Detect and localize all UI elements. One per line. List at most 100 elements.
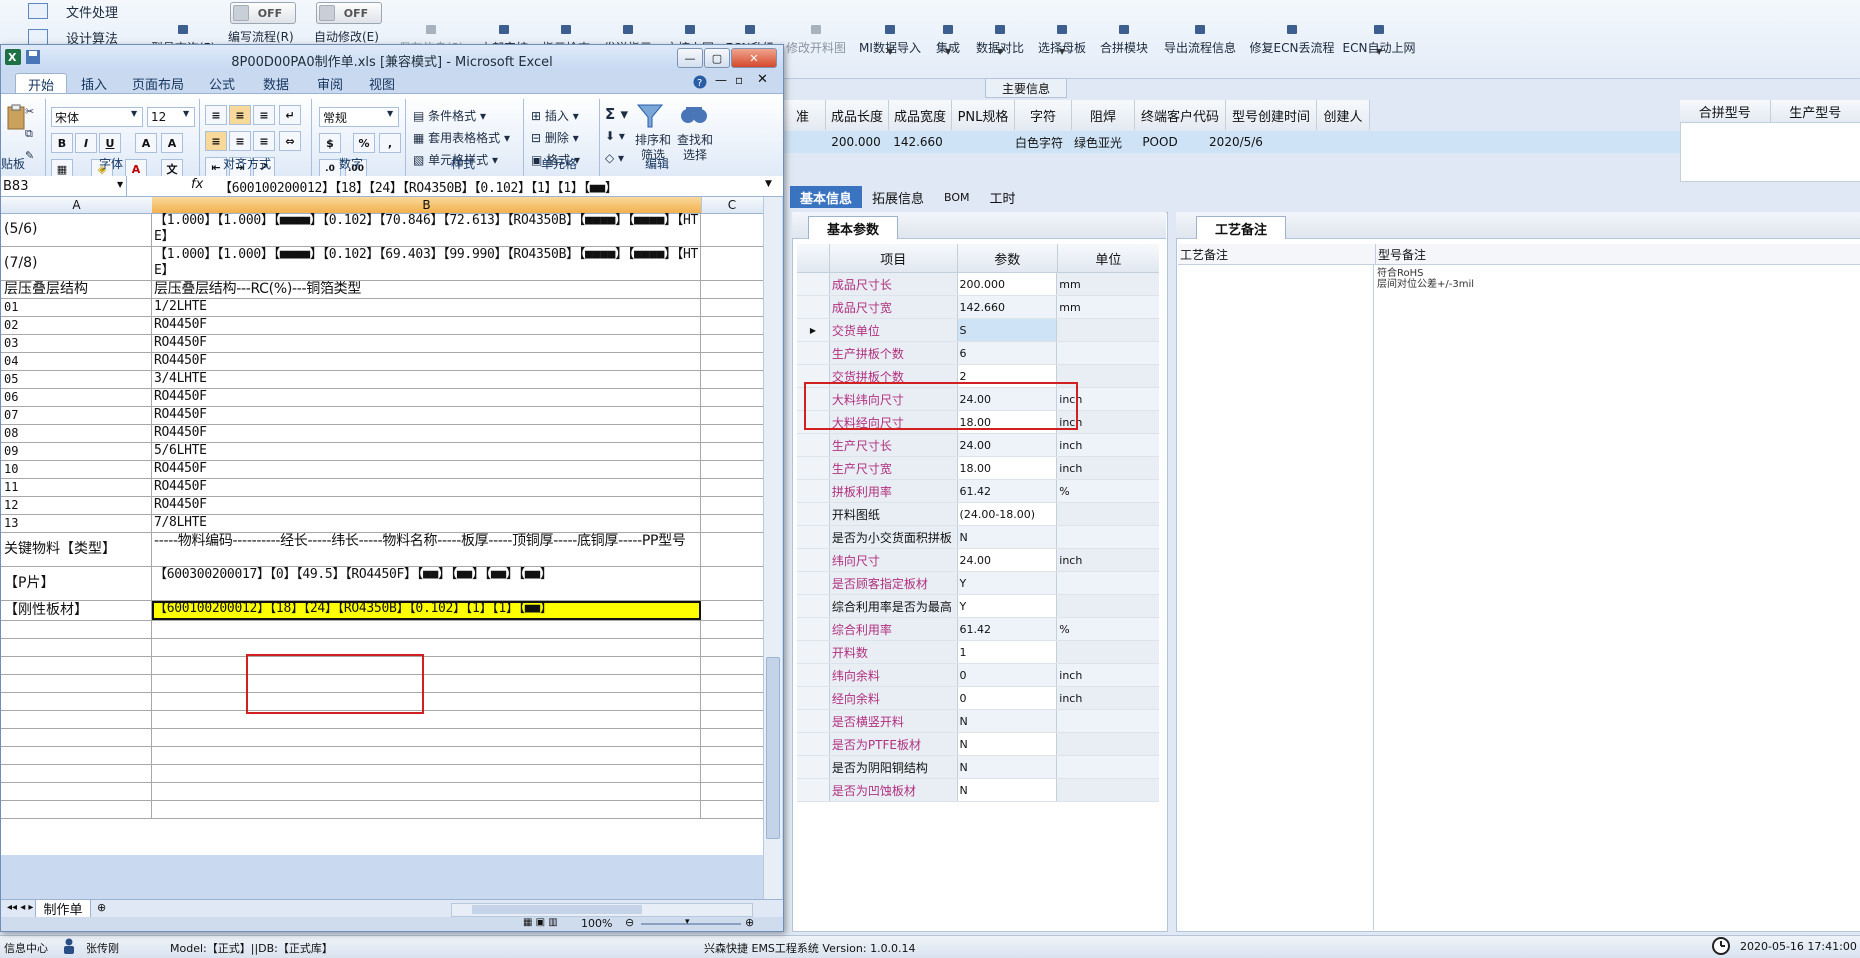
param-row[interactable]: 生产尺寸长24.00inch <box>797 434 1159 457</box>
tab-page-layout[interactable]: 页面布局 <box>125 73 191 93</box>
cell-b[interactable] <box>152 801 701 818</box>
param-value[interactable]: 142.660 <box>958 296 1058 318</box>
cell-b[interactable] <box>152 765 701 782</box>
toolbar-button[interactable]: 合拼模块 <box>1098 0 1150 56</box>
param-value[interactable]: (24.00-18.00) <box>958 503 1058 525</box>
shrink-font-icon[interactable]: A <box>161 133 183 153</box>
sheet-row-empty[interactable] <box>1 765 763 783</box>
new-sheet-icon[interactable]: ⊕ <box>97 901 106 914</box>
cell-a[interactable] <box>1 783 152 800</box>
conditional-format-button[interactable]: ▤ 条件格式 ▾ <box>413 107 486 124</box>
delete-cells-button[interactable]: ⊟ 删除 ▾ <box>531 129 579 146</box>
cell-b[interactable]: RO4450F <box>152 479 701 496</box>
cell-c[interactable] <box>701 371 763 388</box>
cell-c[interactable] <box>701 567 763 600</box>
cell-a[interactable]: 09 <box>1 443 152 460</box>
autosum-icon[interactable]: Σ ▾ <box>605 105 628 123</box>
cell-c[interactable] <box>701 335 763 352</box>
sheet-row-empty[interactable] <box>1 747 763 765</box>
cell-a[interactable]: 层压叠层结构 <box>1 281 152 298</box>
font-name-select[interactable]: 宋体 <box>51 107 143 127</box>
italic-icon[interactable]: I <box>75 133 97 153</box>
main-info-column-header[interactable]: 阻焊 <box>1072 100 1135 130</box>
cell-b[interactable]: RO4450F <box>152 389 701 406</box>
param-value[interactable]: 18.00 <box>958 457 1058 479</box>
tab-bom[interactable]: BOM <box>934 186 980 208</box>
format-painter-icon[interactable]: ✎ <box>25 149 34 162</box>
cell-b[interactable]: 【1.000】【1.000】【■■■■】【0.102】【70.846】【72.6… <box>152 213 701 246</box>
sheet-row[interactable]: (7/8)【1.000】【1.000】【■■■■】【0.102】【69.403】… <box>1 247 763 281</box>
main-info-column-header[interactable]: 成品宽度 <box>889 100 952 130</box>
column-header-c[interactable]: C <box>701 197 764 213</box>
tab-insert[interactable]: 插入 <box>69 73 119 93</box>
cell-b[interactable]: 1/2LHTE <box>152 299 701 316</box>
param-row[interactable]: 开料图纸(24.00-18.00) <box>797 503 1159 526</box>
cell-a[interactable]: 06 <box>1 389 152 406</box>
cell-c[interactable] <box>701 729 763 746</box>
cell-a[interactable] <box>1 729 152 746</box>
sheet-row[interactable]: 095/6LHTE <box>1 443 763 461</box>
param-row[interactable]: 是否为阴阳铜结构N <box>797 756 1159 779</box>
param-row[interactable]: 纬向尺寸24.00inch <box>797 549 1159 572</box>
cell-c[interactable] <box>701 515 763 532</box>
param-value[interactable]: N <box>958 526 1058 548</box>
cell-a[interactable] <box>1 801 152 818</box>
wrap-text-icon[interactable]: ↵ <box>279 105 301 125</box>
copy-icon[interactable]: ⧉ <box>25 127 33 141</box>
sheet-row[interactable]: 02RO4450F <box>1 317 763 335</box>
cell-b[interactable]: 层压叠层结构---RC(%)---铜箔类型 <box>152 281 701 298</box>
sheet-row[interactable]: 137/8LHTE <box>1 515 763 533</box>
align-middle-icon[interactable]: ≡ <box>229 105 251 125</box>
cell-c[interactable] <box>701 693 763 710</box>
main-info-column-header[interactable]: 准 <box>780 100 826 130</box>
cell-a[interactable]: 11 <box>1 479 152 496</box>
param-row[interactable]: 开料数1 <box>797 641 1159 664</box>
param-row[interactable]: 成品尺寸宽142.660mm <box>797 296 1159 319</box>
chevron-down-icon[interactable]: ▼ <box>131 109 137 118</box>
cell-b[interactable] <box>152 711 701 728</box>
chevron-down-icon[interactable]: ▼ <box>183 109 189 118</box>
main-info-cell[interactable] <box>949 131 1011 153</box>
clear-icon[interactable]: ◇ ▾ <box>605 151 624 165</box>
param-value[interactable]: Y <box>958 595 1058 617</box>
cell-c[interactable] <box>701 389 763 406</box>
cell-c[interactable] <box>701 353 763 370</box>
toolbar-button[interactable]: 集成▼ <box>932 0 964 56</box>
sheet-row[interactable]: 10RO4450F <box>1 461 763 479</box>
main-info-column-header[interactable]: 终端客户代码 <box>1135 100 1226 130</box>
sheet-row[interactable]: 04RO4450F <box>1 353 763 371</box>
tab-work-hours[interactable]: 工时 <box>980 186 1026 208</box>
cell-a[interactable]: 01 <box>1 299 152 316</box>
cell-b[interactable]: 7/8LHTE <box>152 515 701 532</box>
view-normal-icon[interactable]: ▦ ▣ ▥ <box>523 917 558 928</box>
sheet-row-empty[interactable] <box>1 801 763 819</box>
cell-c[interactable] <box>701 281 763 298</box>
left-nav-item-file[interactable]: 文件处理 <box>28 0 118 22</box>
param-value[interactable]: 24.00 <box>958 549 1058 571</box>
cell-a[interactable]: 04 <box>1 353 152 370</box>
cell-b[interactable]: RO4450F <box>152 461 701 478</box>
main-info-column-header[interactable]: 型号创建时间 <box>1226 100 1317 130</box>
cell-a[interactable]: 03 <box>1 335 152 352</box>
param-row[interactable]: 纬向余料0inch <box>797 664 1159 687</box>
cell-c[interactable] <box>701 747 763 764</box>
param-row[interactable]: 经向余料0inch <box>797 687 1159 710</box>
main-info-cell[interactable]: 绿色亚光 <box>1067 131 1129 153</box>
column-header-a[interactable]: A <box>1 197 153 213</box>
comma-icon[interactable]: , <box>379 133 401 153</box>
sheet-row[interactable]: 053/4LHTE <box>1 371 763 389</box>
toolbar-button[interactable]: ECN自动上网▼ <box>1344 0 1414 56</box>
cell-a[interactable]: (7/8) <box>1 247 152 280</box>
cell-a[interactable]: 10 <box>1 461 152 478</box>
main-info-column-header[interactable]: PNL规格 <box>952 100 1015 130</box>
minimize-button[interactable]: — <box>677 48 703 68</box>
cell-a[interactable]: 02 <box>1 317 152 334</box>
sheet-row[interactable]: 06RO4450F <box>1 389 763 407</box>
main-info-column-header[interactable]: 成品长度 <box>826 100 889 130</box>
cell-b[interactable]: RO4450F <box>152 335 701 352</box>
cell-a[interactable]: 07 <box>1 407 152 424</box>
param-row[interactable]: 是否为PTFE板材N <box>797 733 1159 756</box>
cell-b[interactable] <box>152 621 701 638</box>
sheet-row[interactable]: 08RO4450F <box>1 425 763 443</box>
sheet-row-empty[interactable] <box>1 621 763 639</box>
